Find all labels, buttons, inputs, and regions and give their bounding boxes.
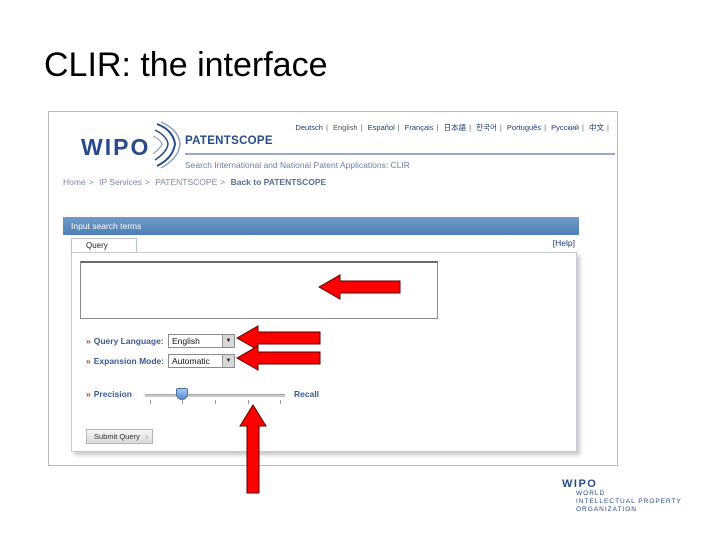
wipo-footer-logo: WIPO WORLD INTELLECTUAL PROPERTY ORGANIZ… bbox=[562, 478, 682, 513]
breadcrumb: Home > IP Services > PATENTSCOPE > Back to … bbox=[63, 177, 327, 187]
tab-query[interactable]: Query bbox=[71, 238, 137, 253]
query-language-label: » Query Language: bbox=[86, 336, 164, 346]
lang-japanese[interactable]: 日本語 bbox=[444, 123, 467, 132]
bullet-icon: » bbox=[86, 356, 91, 366]
crumb-back-link[interactable]: Back to PATENTSCOPE bbox=[231, 177, 327, 187]
crumb-home[interactable]: Home bbox=[63, 177, 86, 187]
crumb-ip-services[interactable]: IP Services bbox=[99, 177, 142, 187]
dropdown-arrow-icon: ▼ bbox=[222, 335, 234, 347]
lang-korean[interactable]: 한국어 bbox=[476, 123, 497, 132]
wipo-swoosh-icon bbox=[153, 121, 181, 169]
slider-handle[interactable] bbox=[176, 388, 188, 400]
bullet-icon: » bbox=[86, 336, 91, 346]
panel-header: Input search terms bbox=[63, 217, 579, 235]
lang-francais[interactable]: Français bbox=[405, 123, 434, 132]
lang-english[interactable]: English bbox=[333, 123, 358, 132]
lang-portugues[interactable]: Português bbox=[507, 123, 541, 132]
precision-label: » Precision bbox=[86, 389, 133, 399]
chevron-right-icon: › bbox=[145, 432, 148, 441]
header-divider bbox=[185, 153, 615, 155]
lang-espanol[interactable]: Español bbox=[368, 123, 395, 132]
arrow-to-query-box-icon bbox=[318, 274, 401, 300]
slide-title: CLIR: the interface bbox=[44, 46, 328, 84]
wipo-logo[interactable]: WIPO bbox=[81, 134, 150, 161]
precision-recall-slider[interactable] bbox=[145, 394, 285, 397]
recall-label: Recall bbox=[294, 389, 320, 399]
slider-tick bbox=[215, 400, 216, 404]
lang-russian[interactable]: Русский bbox=[551, 123, 579, 132]
bullet-icon: » bbox=[86, 389, 91, 399]
dropdown-arrow-icon: ▼ bbox=[222, 355, 234, 367]
slider-tick bbox=[280, 400, 281, 404]
crumb-patentscope[interactable]: PATENTSCOPE bbox=[155, 177, 217, 187]
product-title: PATENTSCOPE bbox=[185, 135, 273, 147]
lang-deutsch[interactable]: Deutsch bbox=[295, 123, 323, 132]
query-language-select[interactable]: English ▼ bbox=[168, 334, 235, 348]
language-bar: Deutsch | English | Español | Français | 日本語… bbox=[295, 123, 609, 132]
expansion-mode-select[interactable]: Automatic ▼ bbox=[168, 354, 235, 368]
page-subtitle: Search International and National Patent… bbox=[185, 160, 410, 170]
arrow-to-expansion-mode-icon bbox=[236, 345, 321, 371]
lang-chinese[interactable]: 中文 bbox=[589, 123, 604, 132]
slider-tick bbox=[182, 400, 183, 404]
arrow-to-slider-icon bbox=[239, 404, 267, 494]
expansion-mode-label: » Expansion Mode: bbox=[86, 356, 165, 366]
help-link[interactable]: [Help] bbox=[553, 238, 575, 248]
slider-tick bbox=[150, 400, 151, 404]
submit-query-button[interactable]: Submit Query › bbox=[86, 429, 153, 444]
wipo-logo-text: WIPO bbox=[81, 134, 151, 160]
